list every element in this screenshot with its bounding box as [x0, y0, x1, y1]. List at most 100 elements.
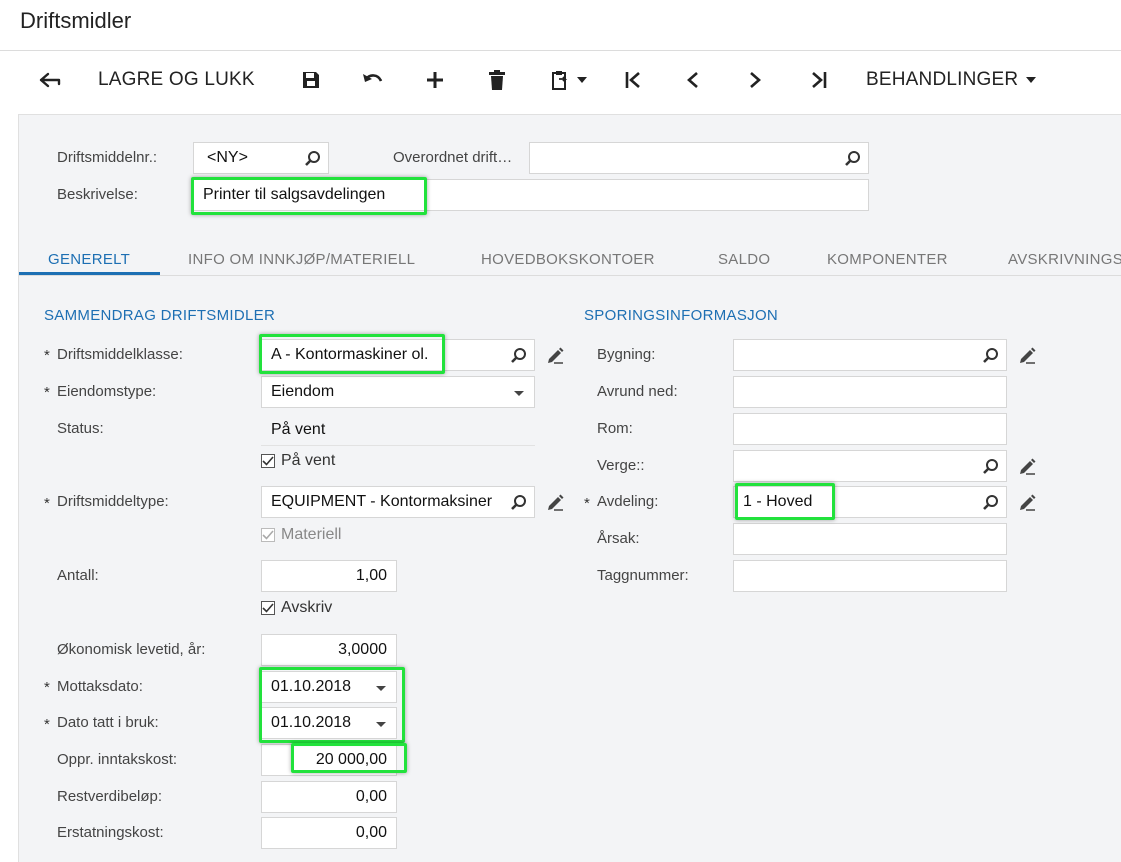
search-icon[interactable]: [844, 150, 862, 168]
checkbox-box: [261, 528, 275, 542]
on-hold-checkbox[interactable]: På vent: [261, 452, 335, 470]
depreciate-checkbox[interactable]: Avskriv: [261, 599, 332, 617]
tag-number-field[interactable]: [733, 560, 1007, 592]
placed-in-service-value: 01.10.2018: [271, 714, 352, 731]
material-label: Materiell: [281, 526, 342, 543]
parent-asset-label: Overordnet drift…: [393, 149, 513, 166]
floor-label: Avrund ned:: [597, 383, 678, 400]
chevron-down-icon[interactable]: [372, 679, 390, 697]
add-icon: [427, 72, 443, 88]
required-marker: *: [44, 495, 50, 512]
clipboard-menu-button[interactable]: [547, 64, 591, 96]
receipt-date-label: Mottaksdato:: [57, 678, 143, 695]
parent-asset-field[interactable]: [529, 142, 869, 174]
property-type-label: Eiendomstype:: [57, 383, 157, 400]
required-marker: *: [584, 495, 590, 512]
description-field[interactable]: Printer til salgsavdelingen: [193, 179, 869, 211]
search-icon[interactable]: [982, 458, 1000, 476]
description-value: Printer til salgsavdelingen: [203, 186, 386, 203]
save-close-button[interactable]: LAGRE OG LUKK: [98, 64, 255, 96]
search-icon[interactable]: [510, 494, 528, 512]
orig-cost-value: 20 000,00: [315, 751, 387, 768]
edit-pencil-icon[interactable]: [1018, 493, 1036, 511]
custodian-label: Verge::: [597, 457, 645, 474]
first-record-button[interactable]: [620, 64, 646, 96]
replacement-value: 0,00: [355, 824, 387, 841]
next-record-icon: [750, 72, 761, 88]
reason-label: Årsak:: [597, 530, 640, 547]
receipt-date-field[interactable]: 01.10.2018: [261, 671, 397, 703]
status-value: På vent: [271, 421, 326, 438]
save-button[interactable]: [298, 64, 324, 96]
clipboard-icon: [552, 71, 568, 90]
search-icon[interactable]: [982, 347, 1000, 365]
search-icon[interactable]: [510, 347, 528, 365]
back-button[interactable]: [36, 64, 64, 96]
search-icon[interactable]: [982, 494, 1000, 512]
edit-pencil-icon[interactable]: [546, 346, 564, 364]
quantity-value: 1,00: [355, 567, 387, 584]
material-checkbox: Materiell: [261, 526, 341, 544]
required-marker: *: [44, 347, 50, 364]
department-label: Avdeling:: [597, 493, 659, 510]
replacement-field[interactable]: 0,00: [261, 817, 397, 849]
next-record-button[interactable]: [742, 64, 768, 96]
tab-purchase-info[interactable]: INFO OM INNKJØP/MATERIELL: [188, 251, 415, 268]
tab-gl-accounts[interactable]: HOVEDBOKSKONTOER: [481, 251, 655, 268]
delete-icon: [489, 70, 505, 90]
undo-button[interactable]: [360, 64, 386, 96]
tab-divider: [19, 275, 1121, 276]
property-type-value: Eiendom: [271, 383, 335, 400]
asset-class-field[interactable]: A - Kontormaskiner ol.: [261, 339, 535, 371]
previous-record-icon: [687, 72, 698, 88]
form-panel: Driftsmiddelnr.: <NY> Overordnet drift… …: [18, 114, 1121, 862]
tab-components[interactable]: KOMPONENTER: [827, 251, 948, 268]
chevron-down-icon: [1026, 77, 1037, 83]
quantity-field[interactable]: 1,00: [261, 560, 397, 592]
room-label: Rom:: [597, 420, 633, 437]
edit-pencil-icon[interactable]: [1018, 457, 1036, 475]
room-field[interactable]: [733, 413, 1007, 445]
quantity-label: Antall:: [57, 567, 99, 584]
add-button[interactable]: [422, 64, 448, 96]
edit-pencil-icon[interactable]: [546, 493, 564, 511]
asset-no-value: <NY>: [207, 149, 248, 166]
last-record-button[interactable]: [806, 64, 832, 96]
orig-cost-label: Oppr. inntakskost:: [57, 751, 178, 768]
useful-life-value: 3,0000: [338, 641, 387, 658]
building-field[interactable]: [733, 339, 1007, 371]
required-marker: *: [44, 384, 50, 401]
tab-generelt[interactable]: GENERELT: [48, 251, 130, 268]
department-field[interactable]: 1 - Hoved: [733, 486, 1007, 518]
asset-type-value: EQUIPMENT - Kontormaksiner: [271, 493, 493, 510]
asset-type-label: Driftsmiddeltype:: [57, 493, 169, 510]
tab-balance[interactable]: SALDO: [718, 251, 770, 268]
required-marker: *: [44, 679, 50, 696]
useful-life-field[interactable]: 3,0000: [261, 634, 397, 666]
orig-cost-field[interactable]: 20 000,00: [261, 744, 397, 776]
tab-depreciation[interactable]: AVSKRIVNINGS: [1008, 251, 1121, 268]
tag-number-label: Taggnummer:: [597, 567, 689, 584]
reason-field[interactable]: [733, 523, 1007, 555]
edit-pencil-icon[interactable]: [1018, 346, 1036, 364]
department-value: 1 - Hoved: [743, 493, 813, 510]
replacement-label: Erstatningskost:: [57, 824, 164, 841]
custodian-field[interactable]: [733, 450, 1007, 482]
placed-in-service-field[interactable]: 01.10.2018: [261, 707, 397, 739]
actions-menu-button[interactable]: BEHANDLINGER: [866, 64, 1037, 96]
asset-class-label: Driftsmiddelklasse:: [57, 346, 183, 363]
building-label: Bygning:: [597, 346, 656, 363]
salvage-field[interactable]: 0,00: [261, 781, 397, 813]
previous-record-button[interactable]: [680, 64, 706, 96]
floor-field[interactable]: [733, 376, 1007, 408]
search-icon[interactable]: [304, 150, 322, 168]
actions-menu-label: BEHANDLINGER: [866, 69, 1019, 90]
save-icon: [303, 72, 319, 88]
description-label: Beskrivelse:: [57, 186, 138, 203]
property-type-select[interactable]: Eiendom: [261, 376, 535, 408]
depreciate-label: Avskriv: [281, 599, 333, 616]
asset-no-field[interactable]: <NY>: [193, 142, 329, 174]
chevron-down-icon[interactable]: [372, 715, 390, 733]
asset-type-field[interactable]: EQUIPMENT - Kontormaksiner: [261, 486, 535, 518]
delete-button[interactable]: [484, 64, 510, 96]
